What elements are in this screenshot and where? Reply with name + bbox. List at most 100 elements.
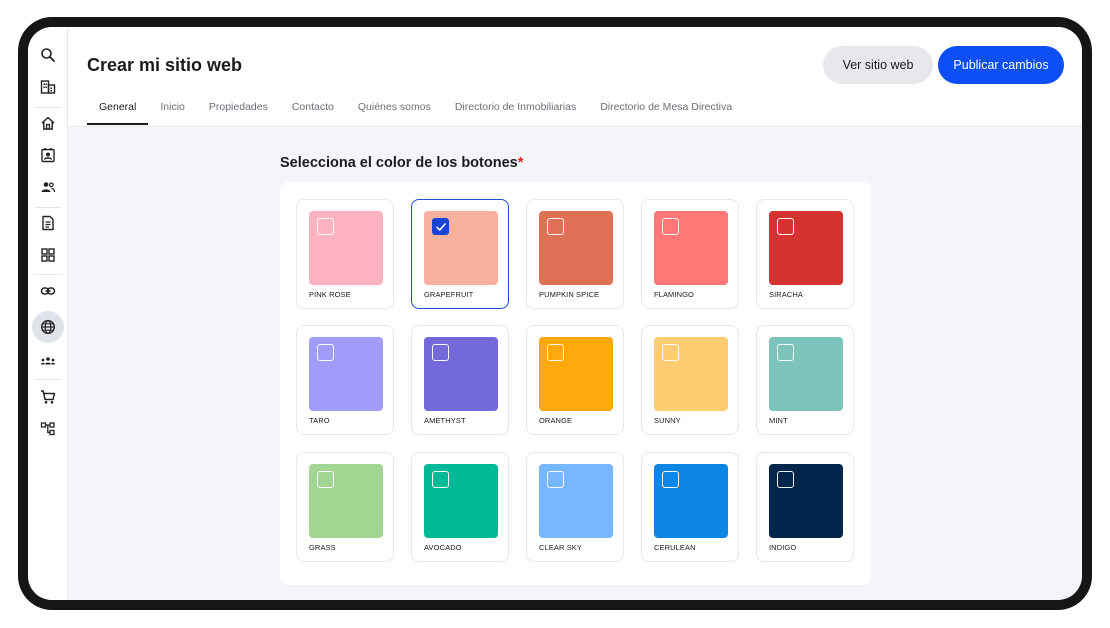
- color-swatch[interactable]: [654, 464, 728, 538]
- view-site-button[interactable]: Ver sitio web: [823, 46, 933, 84]
- checkbox[interactable]: [317, 344, 334, 361]
- cart-icon: [41, 390, 56, 404]
- sitemap-icon: [40, 422, 55, 436]
- sidebar-item-contacts[interactable]: [32, 139, 64, 171]
- color-name-label: AVOCADO: [424, 543, 462, 552]
- checkbox[interactable]: [547, 218, 564, 235]
- contact-card-icon: [41, 148, 55, 163]
- color-name-label: SUNNY: [654, 416, 681, 425]
- color-swatch[interactable]: [654, 337, 728, 411]
- sidebar-item-buildings[interactable]: [32, 71, 64, 103]
- sidebar-item-website[interactable]: [32, 311, 64, 343]
- tab-quienes-somos[interactable]: Quiénes somos: [346, 101, 443, 125]
- checkbox[interactable]: [432, 471, 449, 488]
- color-name-label: PUMPKIN SPICE: [539, 290, 600, 299]
- color-name-label: GRASS: [309, 543, 336, 552]
- color-option[interactable]: GRASS: [296, 452, 394, 562]
- search-icon: [41, 48, 55, 62]
- required-mark: *: [517, 155, 524, 171]
- color-option[interactable]: ORANGE: [526, 325, 624, 435]
- sidebar-item-structure[interactable]: [32, 413, 64, 445]
- color-option[interactable]: GRAPEFRUIT: [411, 199, 509, 309]
- tab-directorio-inmobiliarias[interactable]: Directorio de Inmobiliarias: [443, 101, 588, 125]
- color-name-label: AMETHYST: [424, 416, 466, 425]
- checkbox[interactable]: [547, 344, 564, 361]
- checkbox[interactable]: [547, 471, 564, 488]
- tab-inicio[interactable]: Inicio: [148, 101, 197, 125]
- checkbox[interactable]: [777, 471, 794, 488]
- sidebar-item-cart[interactable]: [32, 381, 64, 413]
- checkbox[interactable]: [317, 218, 334, 235]
- color-option[interactable]: AMETHYST: [411, 325, 509, 435]
- color-swatch[interactable]: [309, 464, 383, 538]
- tab-propiedades[interactable]: Propiedades: [197, 101, 280, 125]
- page-header: Crear mi sitio web Ver sitio web Publica…: [68, 27, 1082, 127]
- grid-icon: [41, 248, 55, 262]
- document-icon: [42, 215, 54, 231]
- checkbox[interactable]: [662, 471, 679, 488]
- color-swatch[interactable]: [309, 211, 383, 285]
- color-swatch[interactable]: [769, 464, 843, 538]
- color-name-label: ORANGE: [539, 416, 573, 425]
- color-swatch[interactable]: [424, 337, 498, 411]
- section-title: Selecciona el color de los botones*: [280, 155, 523, 171]
- color-swatch[interactable]: [539, 211, 613, 285]
- color-option[interactable]: PINK ROSE: [296, 199, 394, 309]
- checkbox[interactable]: [777, 218, 794, 235]
- color-option[interactable]: PUMPKIN SPICE: [526, 199, 624, 309]
- color-option[interactable]: CERULEAN: [641, 452, 739, 562]
- color-name-label: INDIGO: [769, 543, 797, 552]
- tab-contacto[interactable]: Contacto: [280, 101, 346, 125]
- users-icon: [41, 182, 56, 193]
- color-option[interactable]: CLEAR SKY: [526, 452, 624, 562]
- tab-bar: General Inicio Propiedades Contacto Quié…: [87, 101, 744, 125]
- color-name-label: SIRACHA: [769, 290, 804, 299]
- checkbox[interactable]: [662, 218, 679, 235]
- color-option[interactable]: FLAMINGO: [641, 199, 739, 309]
- checkmark-icon: [435, 222, 446, 231]
- color-name-label: FLAMINGO: [654, 290, 694, 299]
- color-name-label: MINT: [769, 416, 788, 425]
- color-name-label: CLEAR SKY: [539, 543, 582, 552]
- color-swatch[interactable]: [539, 464, 613, 538]
- section-title-text: Selecciona el color de los botones: [280, 155, 518, 171]
- color-option[interactable]: TARO: [296, 325, 394, 435]
- tab-general[interactable]: General: [87, 101, 149, 125]
- color-name-label: PINK ROSE: [309, 290, 351, 299]
- color-swatch[interactable]: [654, 211, 728, 285]
- color-name-label: CERULEAN: [654, 543, 696, 552]
- color-option[interactable]: SUNNY: [641, 325, 739, 435]
- color-swatch[interactable]: [424, 211, 498, 285]
- checkbox[interactable]: [432, 344, 449, 361]
- team-icon: [40, 357, 56, 365]
- sidebar-item-links[interactable]: [32, 275, 64, 307]
- building-icon: [40, 80, 56, 94]
- color-name-label: GRAPEFRUIT: [424, 290, 474, 299]
- publish-changes-button[interactable]: Publicar cambios: [938, 46, 1064, 84]
- sidebar-item-people[interactable]: [32, 171, 64, 203]
- checkbox[interactable]: [317, 471, 334, 488]
- sidebar-item-home[interactable]: [32, 107, 64, 139]
- sidebar-item-search[interactable]: [32, 39, 64, 71]
- device-frame: Crear mi sitio web Ver sitio web Publica…: [18, 17, 1092, 610]
- color-swatch[interactable]: [769, 211, 843, 285]
- checkbox[interactable]: [662, 344, 679, 361]
- color-swatch[interactable]: [539, 337, 613, 411]
- checkbox-checked[interactable]: [432, 218, 449, 235]
- sidebar-item-dashboard[interactable]: [32, 239, 64, 271]
- color-option[interactable]: SIRACHA: [756, 199, 854, 309]
- color-option[interactable]: INDIGO: [756, 452, 854, 562]
- tab-directorio-mesa-directiva[interactable]: Directorio de Mesa Directiva: [588, 101, 744, 125]
- page-title: Crear mi sitio web: [87, 55, 243, 75]
- color-option[interactable]: MINT: [756, 325, 854, 435]
- sidebar-item-documents[interactable]: [32, 207, 64, 239]
- color-swatch[interactable]: [769, 337, 843, 411]
- checkbox[interactable]: [777, 344, 794, 361]
- sidebar: [28, 27, 68, 600]
- color-swatch[interactable]: [309, 337, 383, 411]
- color-option[interactable]: AVOCADO: [411, 452, 509, 562]
- color-swatch[interactable]: [424, 464, 498, 538]
- globe-icon: [40, 319, 56, 335]
- sidebar-item-team[interactable]: [32, 345, 64, 377]
- app-screen: Crear mi sitio web Ver sitio web Publica…: [28, 27, 1082, 600]
